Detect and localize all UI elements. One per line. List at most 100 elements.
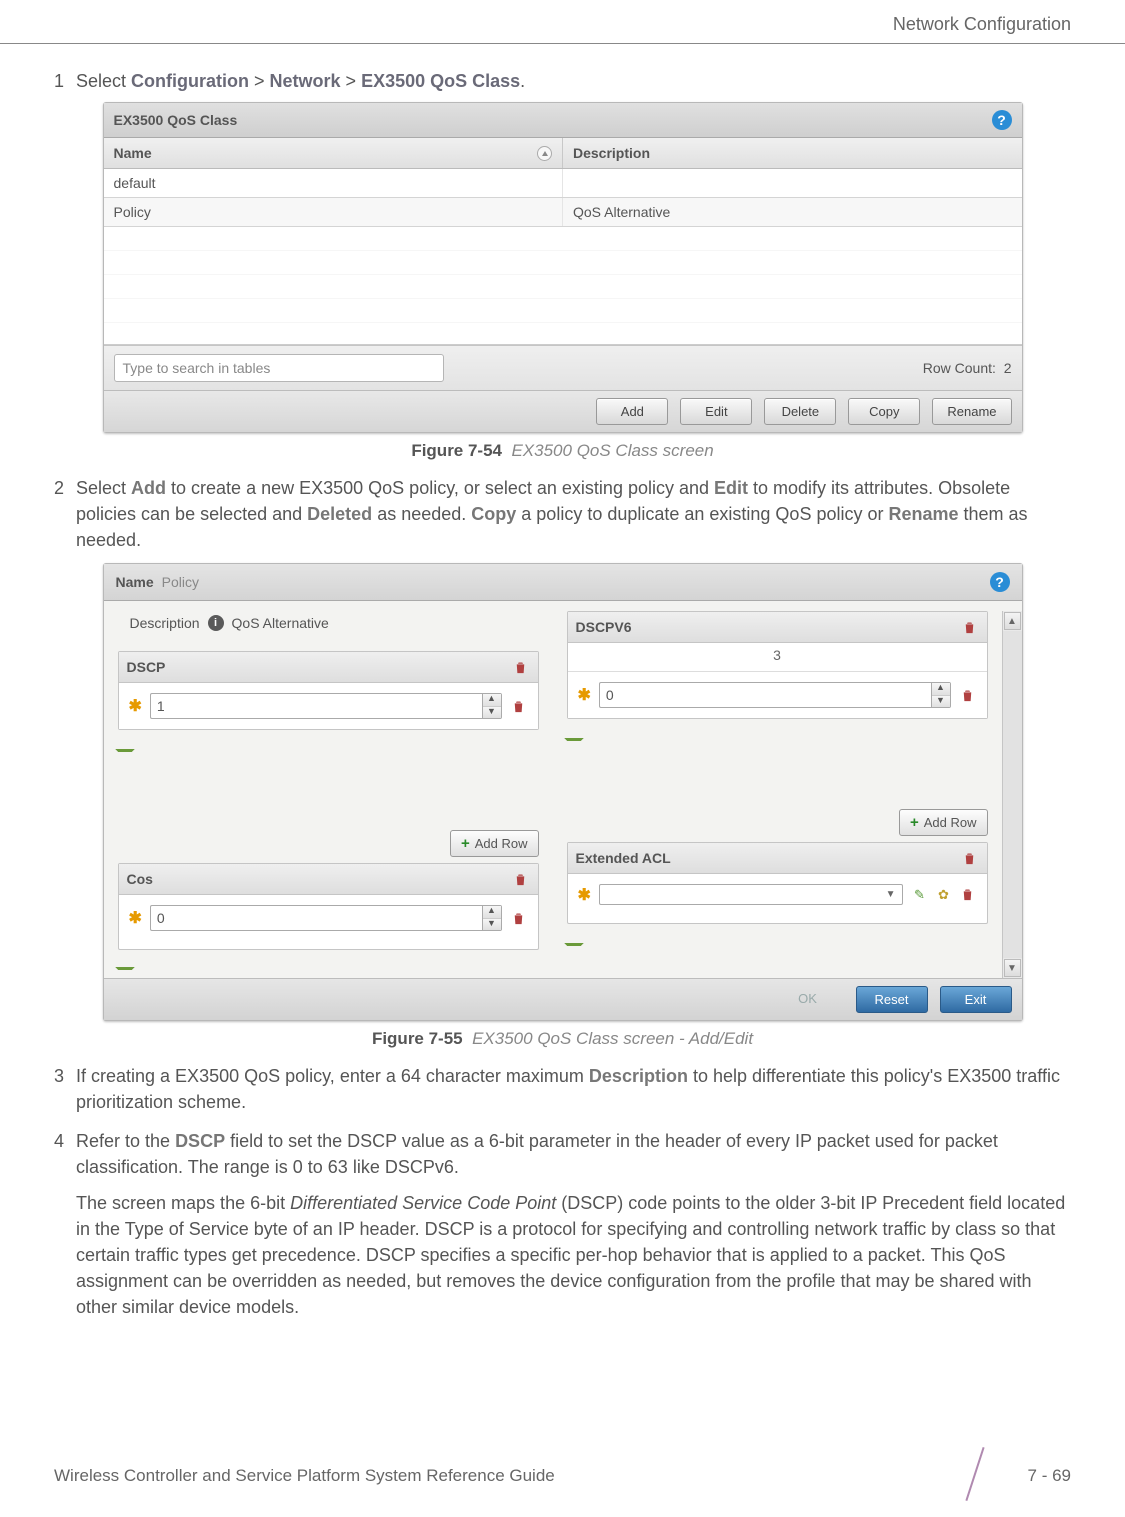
text: Add Row — [475, 836, 528, 851]
spinner[interactable]: ▲▼ — [482, 905, 502, 931]
col-desc-header[interactable]: Description — [563, 138, 1022, 168]
trash-icon[interactable] — [510, 697, 528, 715]
help-icon[interactable]: ? — [992, 110, 1012, 130]
bold-copy: Copy — [471, 504, 516, 524]
figure-caption: Figure 7-55 EX3500 QoS Class screen - Ad… — [54, 1029, 1071, 1049]
trash-icon[interactable] — [512, 658, 530, 676]
row-count: Row Count: 2 — [923, 360, 1012, 376]
step-body: If creating a EX3500 QoS policy, enter a… — [76, 1063, 1071, 1115]
rename-button[interactable]: Rename — [932, 398, 1011, 425]
info-icon[interactable]: i — [208, 615, 224, 631]
dscp-value[interactable]: 1 — [150, 693, 482, 719]
required-star-icon: ✱ — [578, 885, 591, 905]
gear-icon[interactable]: ✿ — [935, 886, 953, 904]
dscpv6-title: DSCPV6 — [576, 619, 632, 635]
path-network: Network — [270, 71, 341, 91]
dscp-title: DSCP — [127, 659, 166, 675]
text: Select — [76, 478, 131, 498]
scroll-up-icon[interactable]: ▲ — [1004, 612, 1021, 630]
description-value: QoS Alternative — [232, 615, 329, 631]
edit-handle-icon[interactable] — [564, 933, 584, 953]
extended-acl-group: Extended ACL ✱ ▼ ✎ ✿ — [567, 842, 988, 924]
bold-rename: Rename — [888, 504, 958, 524]
edit-handle-icon[interactable] — [115, 957, 135, 977]
cos-title: Cos — [127, 871, 153, 887]
plus-icon: + — [461, 835, 470, 852]
scrollbar[interactable]: ▲ ▼ — [1002, 611, 1022, 978]
text: If creating a EX3500 QoS policy, enter a… — [76, 1066, 589, 1086]
dscpv6-input[interactable]: 0 ▲▼ — [599, 682, 951, 708]
qos-edit-panel: Name Policy ? Description i QoS Alternat… — [103, 563, 1023, 1021]
qos-class-panel: EX3500 QoS Class ? Name Description defa… — [103, 102, 1023, 433]
dscp-input[interactable]: 1 ▲▼ — [150, 693, 502, 719]
cell-name: default — [104, 169, 564, 197]
dscpv6-value[interactable]: 0 — [599, 682, 931, 708]
header-rule — [0, 43, 1125, 44]
step-1: 1 Select Configuration > Network > EX350… — [54, 68, 1071, 94]
copy-button[interactable]: Copy — [848, 398, 920, 425]
add-row-button[interactable]: + Add Row — [450, 830, 539, 857]
required-star-icon: ✱ — [578, 685, 591, 705]
cos-input[interactable]: 0 ▲▼ — [150, 905, 502, 931]
running-header: Network Configuration — [0, 0, 1125, 35]
scroll-track[interactable] — [1003, 631, 1022, 958]
trash-icon[interactable] — [961, 618, 979, 636]
button-bar: Add Edit Delete Copy Rename — [104, 390, 1022, 432]
table-header: Name Description — [104, 138, 1022, 169]
figure-caption: Figure 7-54 EX3500 QoS Class screen — [54, 441, 1071, 461]
scroll-down-icon[interactable]: ▼ — [1004, 959, 1021, 977]
footer: Wireless Controller and Service Platform… — [0, 1451, 1125, 1501]
table-row[interactable]: default — [104, 169, 1022, 198]
sort-icon[interactable] — [537, 146, 552, 161]
text: Description — [573, 145, 650, 161]
description-row: Description i QoS Alternative — [118, 611, 539, 645]
create-icon[interactable]: ✎ — [911, 886, 929, 904]
step-number: 1 — [54, 68, 76, 94]
cos-value[interactable]: 0 — [150, 905, 482, 931]
name-label: Name — [116, 574, 154, 590]
add-row-button[interactable]: + Add Row — [899, 809, 988, 836]
text: Refer to the — [76, 1131, 175, 1151]
search-input[interactable]: Type to search in tables — [114, 354, 444, 382]
spinner[interactable]: ▲▼ — [482, 693, 502, 719]
button-bar: OK Reset Exit — [104, 978, 1022, 1020]
trash-icon[interactable] — [961, 849, 979, 867]
footer-slash-icon — [946, 1451, 1016, 1501]
text: Select — [76, 71, 131, 91]
edit-button[interactable]: Edit — [680, 398, 752, 425]
help-icon[interactable]: ? — [990, 572, 1010, 592]
panel-titlebar: EX3500 QoS Class ? — [104, 103, 1022, 138]
spinner[interactable]: ▲▼ — [931, 682, 951, 708]
row-count-value: 2 — [1004, 360, 1012, 376]
right-column: DSCPV6 3 ✱ 0 ▲▼ — [553, 611, 1002, 978]
plus-icon: + — [910, 814, 919, 831]
trash-icon[interactable] — [959, 886, 977, 904]
text: Name — [114, 145, 152, 161]
step-body: Refer to the DSCP field to set the DSCP … — [76, 1128, 1071, 1321]
trash-icon[interactable] — [959, 686, 977, 704]
panel-title: EX3500 QoS Class — [114, 112, 238, 128]
step-number: 4 — [54, 1128, 76, 1321]
ok-button[interactable]: OK — [772, 986, 844, 1013]
figure-caption-text: EX3500 QoS Class screen — [511, 441, 713, 460]
col-name-header[interactable]: Name — [104, 138, 564, 168]
cell-desc: QoS Alternative — [563, 198, 1022, 226]
bold-description: Description — [589, 1066, 688, 1086]
table-row[interactable]: Policy QoS Alternative — [104, 198, 1022, 227]
extacl-dropdown[interactable]: ▼ — [599, 884, 903, 905]
footer-text: Wireless Controller and Service Platform… — [54, 1466, 946, 1486]
step-2: 2 Select Add to create a new EX3500 QoS … — [54, 475, 1071, 553]
add-button[interactable]: Add — [596, 398, 668, 425]
exit-button[interactable]: Exit — [940, 986, 1012, 1013]
text: Add Row — [924, 815, 977, 830]
trash-icon[interactable] — [510, 909, 528, 927]
delete-button[interactable]: Delete — [764, 398, 836, 425]
text: The screen maps the 6-bit — [76, 1193, 290, 1213]
bold-add: Add — [131, 478, 166, 498]
cos-group: Cos ✱ 0 ▲▼ — [118, 863, 539, 950]
reset-button[interactable]: Reset — [856, 986, 928, 1013]
table-footer-bar: Type to search in tables Row Count: 2 — [104, 345, 1022, 390]
chevron-down-icon: ▼ — [886, 889, 896, 900]
step-number: 3 — [54, 1063, 76, 1115]
trash-icon[interactable] — [512, 870, 530, 888]
